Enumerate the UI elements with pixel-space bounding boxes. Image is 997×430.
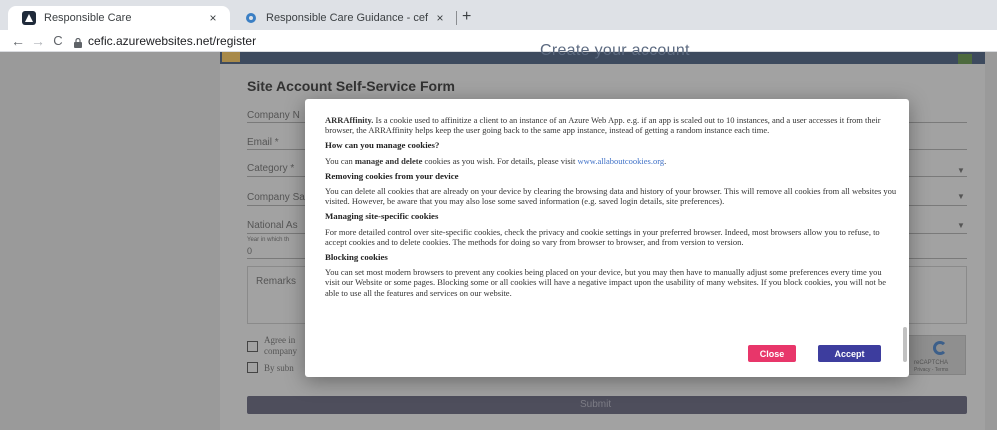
page-header-title: Create your account bbox=[540, 42, 690, 59]
company-sa-label[interactable]: Company Sa bbox=[247, 192, 305, 203]
allaboutcookies-link[interactable]: www.allaboutcookies.org bbox=[577, 156, 664, 166]
form-title: Site Account Self-Service Form bbox=[247, 78, 455, 94]
tab-title: Responsible Care Guidance - cef bbox=[266, 12, 429, 24]
gear-favicon-icon bbox=[244, 11, 258, 25]
tab-close-icon[interactable]: × bbox=[206, 11, 220, 25]
year-input[interactable]: 0 bbox=[247, 246, 252, 256]
reload-icon[interactable]: C bbox=[50, 33, 66, 48]
manage-text-pre: You can bbox=[325, 155, 355, 166]
browser-tab-bar: Responsible Care × Responsible Care Guid… bbox=[0, 0, 997, 30]
category-label[interactable]: Category * bbox=[247, 163, 294, 174]
close-button[interactable]: Close bbox=[748, 345, 796, 362]
tab-responsible-care[interactable]: Responsible Care × bbox=[8, 6, 230, 30]
lock-icon bbox=[74, 35, 82, 48]
cookie-policy-content[interactable]: ARRAffinity. Is a cookie used to affinit… bbox=[325, 115, 897, 340]
tab-responsible-care-guidance[interactable]: Responsible Care Guidance - cef × bbox=[232, 6, 457, 30]
manage-cookies-paragraph: You can manage and delete cookies as you… bbox=[325, 156, 897, 166]
recaptcha-icon bbox=[933, 341, 947, 355]
removing-cookies-heading: Removing cookies from your device bbox=[325, 170, 459, 181]
tab-title: Responsible Care bbox=[44, 12, 132, 24]
manage-cookies-heading: How can you manage cookies? bbox=[325, 140, 440, 151]
arraffinity-paragraph: ARRAffinity. Is a cookie used to affinit… bbox=[325, 115, 897, 135]
cookie-policy-modal: ARRAffinity. Is a cookie used to affinit… bbox=[305, 99, 909, 377]
national-as-chevron-down-icon[interactable]: ▼ bbox=[957, 221, 965, 230]
new-tab-button[interactable]: + bbox=[462, 8, 471, 26]
manage-text-end: . bbox=[664, 155, 667, 166]
recaptcha-widget[interactable]: reCAPTCHA Privacy - Terms bbox=[908, 335, 966, 375]
subscribe-label: By subn bbox=[264, 363, 294, 373]
modal-scrollbar-thumb[interactable] bbox=[903, 327, 907, 362]
company-sa-chevron-down-icon[interactable]: ▼ bbox=[957, 192, 965, 201]
manage-text-bold: manage and delete bbox=[354, 155, 423, 166]
recaptcha-terms: Privacy - Terms bbox=[914, 367, 949, 373]
arraffinity-text: Is a cookie used to affinitize a client … bbox=[325, 115, 881, 136]
tab-separator bbox=[456, 11, 457, 25]
tab-close-icon[interactable]: × bbox=[433, 11, 447, 25]
blocking-cookies-paragraph: You can set most modern browsers to prev… bbox=[325, 267, 886, 298]
agree-label-line1: Agree in bbox=[264, 335, 296, 345]
site-logo bbox=[222, 52, 240, 62]
forward-arrow-icon[interactable]: → bbox=[30, 33, 46, 49]
recaptcha-label: reCAPTCHA bbox=[914, 360, 949, 366]
browser-toolbar: ← → C cefic.azurewebsites.net/register bbox=[0, 30, 997, 52]
company-name-label[interactable]: Company N bbox=[247, 110, 300, 121]
blocking-cookies-heading: Blocking cookies bbox=[325, 252, 388, 263]
responsible-care-favicon-icon bbox=[22, 11, 36, 25]
subscribe-checkbox[interactable] bbox=[247, 362, 258, 373]
accept-button[interactable]: Accept bbox=[818, 345, 881, 362]
remarks-placeholder: Remarks bbox=[256, 276, 297, 287]
header-badge-icon bbox=[958, 54, 972, 64]
manage-text-mid: cookies as you wish. For details, please… bbox=[422, 155, 578, 166]
site-specific-paragraph: For more detailed control over site-spec… bbox=[325, 226, 880, 247]
submit-label: Submit bbox=[580, 399, 612, 410]
back-arrow-icon[interactable]: ← bbox=[10, 33, 26, 49]
agree-label-line2: company bbox=[264, 346, 297, 356]
arraffinity-term: ARRAffinity. bbox=[325, 115, 374, 125]
removing-cookies-paragraph: You can delete all cookies that are alre… bbox=[325, 186, 897, 207]
year-label: Year in which th bbox=[247, 237, 290, 243]
national-as-label[interactable]: National As bbox=[247, 220, 298, 231]
address-bar[interactable]: cefic.azurewebsites.net/register bbox=[88, 34, 256, 48]
site-specific-heading: Managing site-specific cookies bbox=[325, 211, 439, 222]
category-chevron-down-icon[interactable]: ▼ bbox=[957, 166, 965, 175]
agree-checkbox[interactable] bbox=[247, 341, 258, 352]
email-label[interactable]: Email * bbox=[247, 137, 279, 148]
